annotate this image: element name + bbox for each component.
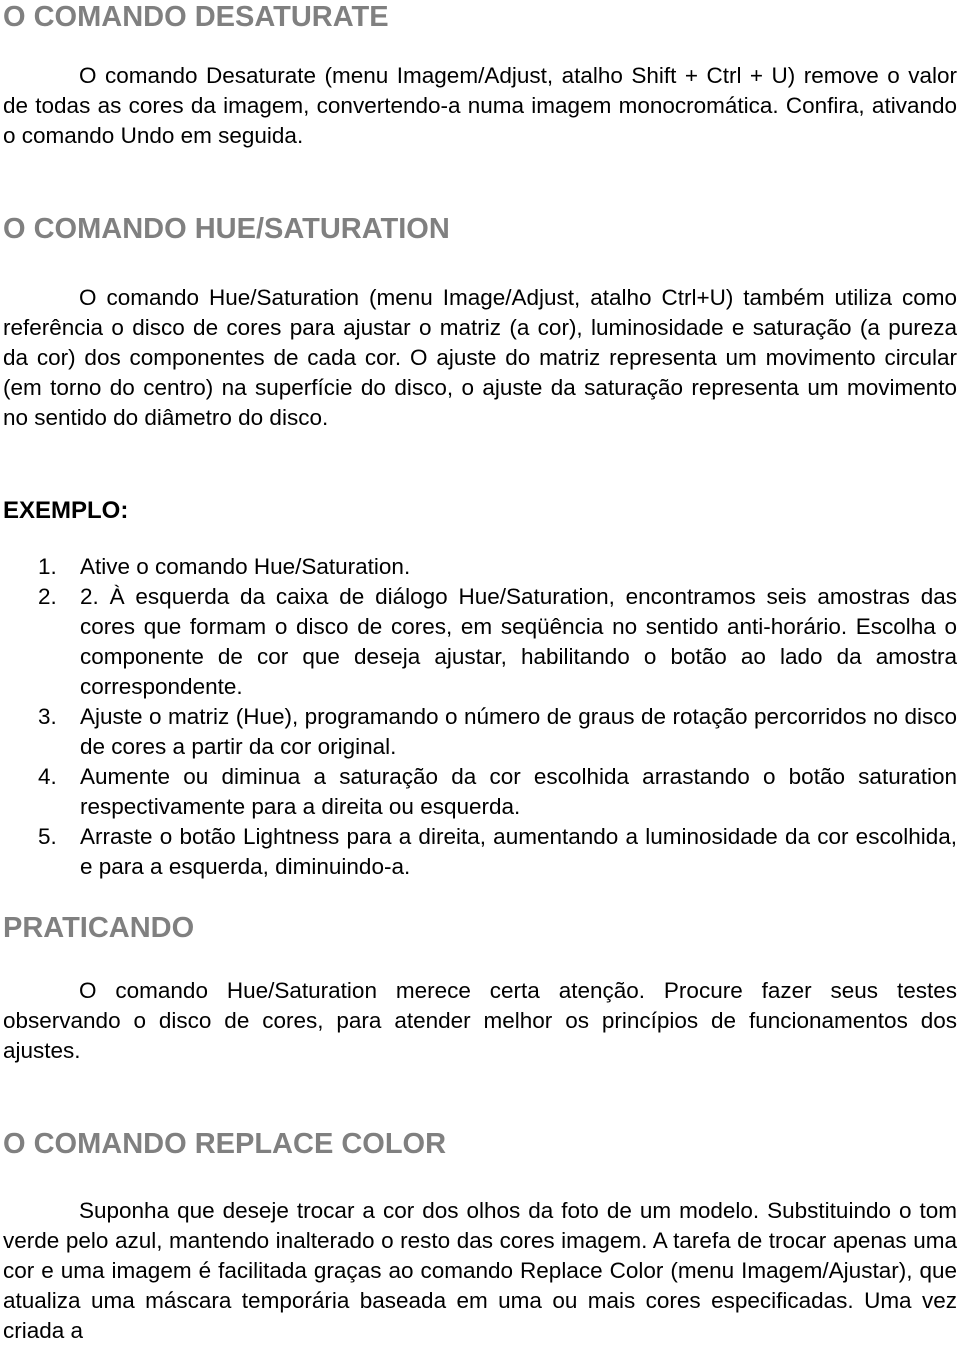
list-item: 3. Ajuste o matriz (Hue), programando o … bbox=[0, 702, 957, 762]
step-number: 1. bbox=[38, 554, 57, 579]
step-text: 2. À esquerda da caixa de diálogo Hue/Sa… bbox=[80, 584, 957, 699]
paragraph-hue-saturation: O comando Hue/Saturation (menu Image/Adj… bbox=[3, 285, 957, 430]
step-text: Arraste o botão Lightness para a direita… bbox=[80, 824, 957, 879]
heading-example: EXEMPLO: bbox=[3, 497, 129, 524]
list-item: 1. Ative o comando Hue/Saturation. bbox=[0, 552, 957, 582]
list-item: 2. 2. À esquerda da caixa de diálogo Hue… bbox=[0, 582, 957, 702]
heading-desaturate: O COMANDO DESATURATE bbox=[3, 1, 389, 33]
paragraph-replace-color: Suponha que deseje trocar a cor dos olho… bbox=[3, 1198, 957, 1343]
step-text: Aumente ou diminua a saturação da cor es… bbox=[80, 764, 957, 819]
example-steps-list: 1. Ative o comando Hue/Saturation. 2. 2.… bbox=[0, 552, 957, 882]
list-item: 4. Aumente ou diminua a saturação da cor… bbox=[0, 762, 957, 822]
step-text: Ajuste o matriz (Hue), programando o núm… bbox=[80, 704, 957, 759]
heading-hue-saturation: O COMANDO HUE/SATURATION bbox=[3, 213, 450, 245]
step-number: 3. bbox=[38, 704, 57, 729]
paragraph-desaturate: O comando Desaturate (menu Imagem/Adjust… bbox=[3, 63, 957, 148]
step-text: Ative o comando Hue/Saturation. bbox=[80, 554, 411, 579]
step-number: 5. bbox=[38, 824, 57, 849]
list-item: 5. Arraste o botão Lightness para a dire… bbox=[0, 822, 957, 882]
step-number: 4. bbox=[38, 764, 57, 789]
step-number: 2. bbox=[38, 584, 57, 609]
paragraph-practicing: O comando Hue/Saturation merece certa at… bbox=[3, 978, 957, 1063]
heading-practicing: PRATICANDO bbox=[3, 912, 195, 944]
heading-replace-color: O COMANDO REPLACE COLOR bbox=[3, 1128, 447, 1160]
